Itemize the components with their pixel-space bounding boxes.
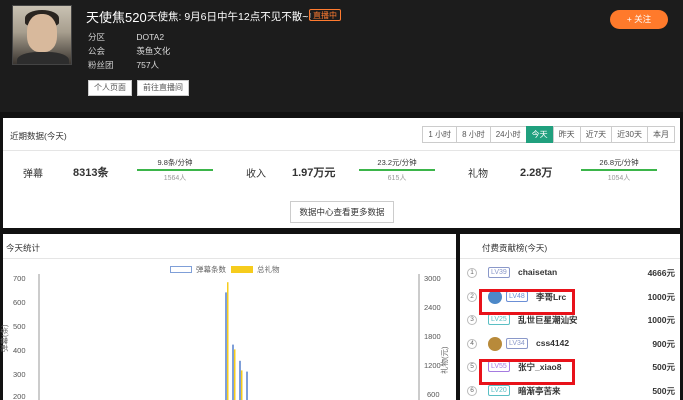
user-name[interactable]: 乱世巨星潮汕安 [518,314,578,326]
live-status-badge: 直播中 [309,9,341,21]
danmu-value: 8313条 [73,167,109,179]
income-rate-bar [359,169,435,171]
gift-value: 2.28万 [520,167,553,179]
avatar-shirt [17,52,69,64]
danmu-bar[interactable] [225,292,227,400]
contribution-amount: 900元 [652,338,675,349]
anchor-name[interactable]: 天使焦520 [86,7,147,26]
anchor-avatar[interactable] [12,5,72,65]
tab-1-hour[interactable]: 1 小时 [422,126,458,143]
rank-number: 3 [467,315,477,325]
info-guild: 公会 羡鱼文化 [88,45,170,57]
gift-bar[interactable] [227,282,229,400]
level-badge: LV25 [488,314,510,325]
avatar-face [27,14,57,52]
recent-data-panel: 近期数据(今天) 1 小时 8 小时 24小时 今天 昨天 近7天 近30天 本… [3,118,680,228]
contribution-amount: 500元 [652,362,675,372]
contribution-amount: 1000元 [647,291,675,302]
danmu-label: 弹幕 [23,169,43,180]
info-category: 分区 DOTA2 [88,31,164,43]
anchor-header: 天使焦520 天使焦: 9月6日中午12点不见不散~! 直播中 分区 DOTA2… [0,0,683,112]
level-badge: LV39 [488,267,510,278]
rank-number: 2 [467,291,477,302]
rank-row[interactable]: 1 LV39 chaisetan 4666元 [460,263,680,286]
user-name[interactable]: css4142 [536,338,569,348]
level-badge: LV20 [488,384,510,396]
highlight-box [479,289,575,315]
contribution-amount: 500元 [652,385,675,396]
rank-number: 4 [467,338,477,349]
today-stats-panel: 今天统计 弹幕条数 总礼物 700 600 500 400 300 200 弹幕… [0,234,456,400]
highlight-box [479,359,575,385]
room-title: 天使焦: 9月6日中午12点不见不散~! [147,11,312,23]
tab-24-hours[interactable]: 24小时 [489,126,527,143]
income-rate: 23.2元/分钟 615人 [359,158,435,183]
rank-title: 付费贡献榜(今天) [482,243,548,253]
tab-yesterday[interactable]: 昨天 [552,126,581,143]
user-name[interactable]: chaisetan [518,267,557,277]
tab-8-hours[interactable]: 8 小时 [456,126,491,143]
gift-label: 礼物 [468,169,488,180]
income-label: 收入 [246,169,266,180]
income-rate-text: 23.2元/分钟 [377,158,417,167]
contribution-amount: 4666元 [647,268,675,278]
tab-this-month[interactable]: 本月 [647,126,675,143]
divider [460,258,680,259]
info-guild-label: 公会 [88,46,106,56]
rank-number: 6 [467,385,477,396]
tab-today[interactable]: 今天 [525,126,554,143]
danmu-rate: 9.8条/分钟 1564人 [137,158,213,183]
data-center-button[interactable]: 数据中心查看更多数据 [290,201,394,223]
go-to-room-button[interactable]: 前往直播间 [137,80,189,96]
tab-30-days[interactable]: 近30天 [611,126,648,143]
danmu-rate-text: 9.8条/分钟 [157,158,193,167]
today-chart [38,274,420,400]
info-fans-value: 757人 [136,60,160,70]
danmu-rate-bar [137,169,213,171]
tab-7-days[interactable]: 近7天 [579,126,613,143]
info-category-value: DOTA2 [136,32,165,42]
divider [3,150,680,151]
income-users: 615人 [387,175,407,182]
danmu-users: 1564人 [163,175,187,182]
chart-bars [225,282,248,400]
profile-button[interactable]: 个人页面 [88,80,132,96]
gift-bar[interactable] [241,370,243,400]
gift-bar[interactable] [234,349,236,400]
gift-rate-text: 26.8元/分钟 [599,158,639,167]
info-fans-label: 粉丝团 [88,60,114,70]
gift-users: 1054人 [607,175,631,182]
danmu-bar[interactable] [246,371,248,400]
user-avatar [488,336,502,351]
level-badge: LV34 [506,337,528,349]
recent-data-title: 近期数据(今天) [10,131,67,141]
info-category-label: 分区 [88,32,106,42]
follow-button[interactable]: + 关注 [610,10,668,29]
danmu-bar[interactable] [232,344,234,400]
income-value: 1.97万元 [292,167,336,179]
danmu-bar[interactable] [239,360,241,400]
rank-number: 5 [467,362,477,372]
rank-number: 1 [467,268,477,278]
user-name[interactable]: 暗渐亭苦来 [518,385,561,397]
gift-rate-bar [581,169,657,171]
gift-rate: 26.8元/分钟 1054人 [581,158,657,183]
time-range-tabs: 1 小时 8 小时 24小时 今天 昨天 近7天 近30天 本月 [422,126,675,143]
contribution-amount: 1000元 [647,315,675,325]
info-guild-value: 羡鱼文化 [136,46,171,56]
info-fans: 粉丝团 757人 [88,59,159,71]
rank-row[interactable]: 4 LV34 css4142 900元 [460,334,680,357]
